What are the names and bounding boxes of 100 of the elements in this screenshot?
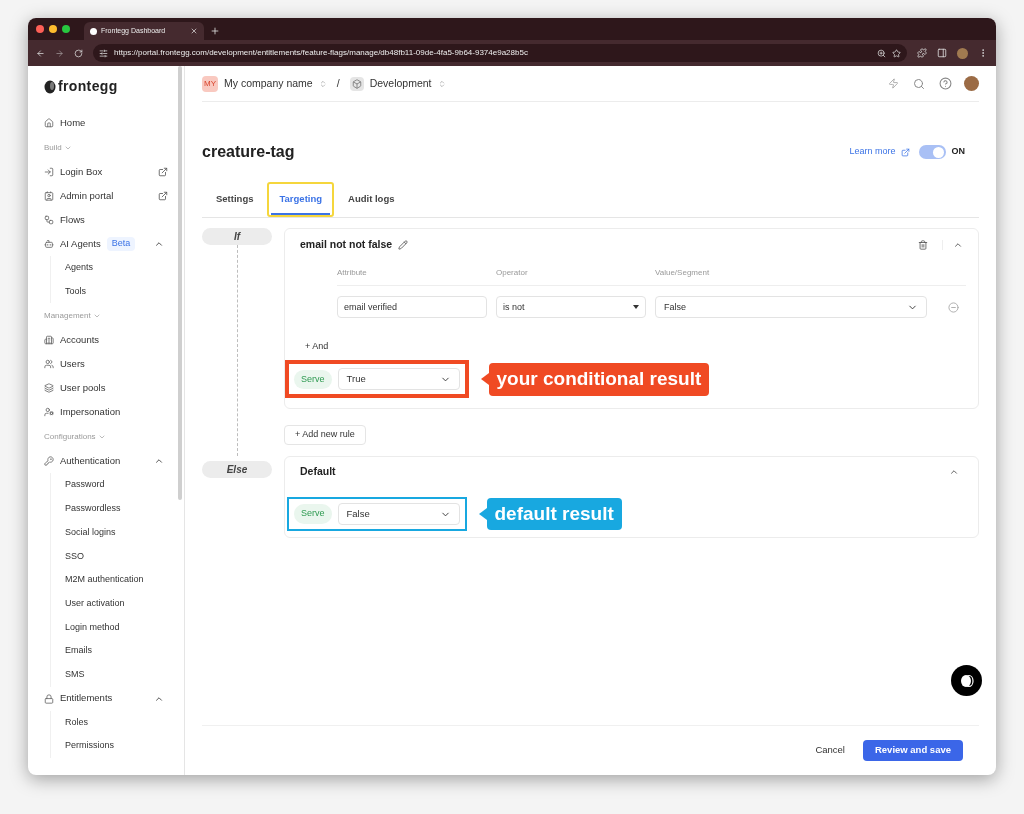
- add-and-link[interactable]: + And: [305, 341, 329, 352]
- profile-avatar[interactable]: [957, 47, 968, 59]
- forward-icon[interactable]: [55, 48, 64, 58]
- sidebar-item[interactable]: Impersonation: [44, 400, 176, 425]
- company-badge: MY: [202, 75, 218, 92]
- sidebar-item[interactable]: Home: [44, 111, 176, 135]
- breadcrumb-separator: /: [336, 75, 340, 91]
- sidebar-item[interactable]: Users: [44, 352, 176, 377]
- tab[interactable]: Targeting: [271, 186, 331, 216]
- sidebar-subitem[interactable]: SMS: [65, 662, 176, 687]
- cancel-button[interactable]: Cancel: [815, 743, 845, 758]
- sidebar-item[interactable]: Accounts: [44, 328, 176, 353]
- rule-name: email not not false: [300, 237, 393, 253]
- id-card-icon: [44, 191, 54, 201]
- else-pill: Else: [202, 461, 272, 478]
- add-rule-button[interactable]: + Add new rule: [284, 425, 366, 445]
- serve-badge: Serve: [294, 504, 332, 524]
- section-label: Build: [44, 141, 62, 154]
- caret-down-icon: [633, 305, 639, 310]
- chat-bubble-icon[interactable]: [951, 665, 982, 696]
- search-icon[interactable]: [913, 77, 925, 90]
- chevron-up-icon[interactable]: [949, 467, 959, 477]
- sidebar-subitem[interactable]: Social logins: [65, 520, 176, 545]
- updown-icon: [318, 79, 327, 88]
- key-icon: [44, 456, 54, 467]
- sidebar-item[interactable]: Flows: [44, 208, 176, 232]
- back-icon[interactable]: [36, 48, 45, 58]
- maximize-window-icon[interactable]: [62, 25, 70, 33]
- sidebar-item[interactable]: Login Box: [44, 160, 176, 184]
- section-label: Management: [44, 309, 91, 322]
- user-avatar[interactable]: [964, 76, 979, 91]
- updown-icon: [437, 79, 446, 88]
- sidebar-subitem[interactable]: SSO: [65, 544, 176, 569]
- zoom-icon: [877, 48, 886, 58]
- trash-icon[interactable]: [918, 240, 928, 251]
- logo-text: frontegg: [58, 77, 118, 96]
- sidebar-group[interactable]: AI Agents Beta: [44, 232, 176, 256]
- sidebar-item[interactable]: User pools: [44, 376, 176, 401]
- new-tab-icon[interactable]: [210, 26, 220, 36]
- home-icon: [44, 118, 54, 128]
- column-header: Attribute: [337, 267, 368, 280]
- close-icon: [190, 27, 198, 35]
- callout-pointer-icon: [480, 373, 489, 386]
- toggle-label: ON: [951, 145, 965, 159]
- sidebar-subitem[interactable]: Agents: [65, 256, 176, 280]
- serve-select[interactable]: False: [337, 503, 460, 525]
- close-window-icon[interactable]: [36, 25, 44, 33]
- sidebar-group[interactable]: Authentication: [44, 449, 176, 474]
- serve-select[interactable]: True: [337, 368, 460, 391]
- environment-name[interactable]: Development: [369, 75, 432, 92]
- sidebar-subitem[interactable]: Roles: [65, 710, 176, 735]
- sidebar-subitem[interactable]: User activation: [65, 591, 176, 616]
- building-icon: [44, 335, 54, 346]
- help-icon[interactable]: [939, 77, 952, 90]
- minimize-window-icon[interactable]: [49, 25, 57, 33]
- extensions-icon[interactable]: [917, 48, 927, 58]
- review-and-save-button[interactable]: Review and save: [862, 740, 963, 761]
- pencil-icon[interactable]: [398, 240, 409, 251]
- sidebar-subitem[interactable]: Passwordless: [65, 497, 176, 521]
- external-link-icon: [158, 167, 168, 177]
- section-label: Configurations: [44, 430, 96, 443]
- tab[interactable]: Audit logs: [340, 186, 403, 216]
- annotation-callout: default result: [486, 497, 622, 531]
- attribute-field[interactable]: email verified: [337, 296, 487, 319]
- scrollbar[interactable]: [178, 66, 182, 500]
- reload-icon[interactable]: [74, 48, 83, 58]
- toggle-switch[interactable]: [918, 145, 946, 159]
- side-panel-icon[interactable]: [937, 48, 947, 58]
- logo-icon: [44, 79, 56, 94]
- learn-more-link[interactable]: Learn more: [849, 145, 896, 159]
- favicon-icon: [90, 27, 97, 35]
- user-gear-icon: [44, 407, 54, 418]
- group-label: AI Agents: [60, 236, 101, 251]
- sidebar-subitem[interactable]: Tools: [65, 279, 176, 304]
- sidebar-subitem[interactable]: Permissions: [65, 734, 176, 758]
- sidebar-group[interactable]: Entitlements: [44, 686, 176, 711]
- cube-icon: [349, 76, 364, 91]
- lock-icon: [44, 693, 54, 704]
- operator-select[interactable]: is not: [496, 296, 646, 319]
- company-name[interactable]: My company name: [224, 75, 313, 92]
- sidebar-subitem[interactable]: Password: [65, 473, 176, 498]
- site-settings-icon: [99, 48, 108, 58]
- address-bar[interactable]: https://portal.frontegg.com/development/entitlements/feature-flags/manage/db48fb11-09de-4fa5-9b64-9374e9a28b5c: [93, 44, 907, 62]
- if-pill: If: [202, 228, 272, 246]
- tab[interactable]: Settings: [208, 186, 262, 216]
- column-header: Operator: [496, 267, 529, 280]
- star-icon: [892, 48, 901, 58]
- default-title: Default: [300, 464, 337, 480]
- sidebar-subitem[interactable]: M2M authentication: [65, 568, 176, 592]
- sidebar-subitem[interactable]: Emails: [65, 639, 176, 663]
- sidebar-subitem[interactable]: Login method: [65, 615, 176, 640]
- sidebar-item[interactable]: Admin portal: [44, 184, 176, 208]
- external-link-icon: [900, 147, 910, 157]
- value-select[interactable]: False: [655, 296, 927, 319]
- external-link-icon: [158, 191, 168, 201]
- column-header: Value/Segment: [655, 267, 711, 280]
- serve-badge: Serve: [294, 369, 332, 389]
- group-label: Authentication: [60, 454, 121, 469]
- beta-badge: Beta: [106, 237, 136, 251]
- url-text: https://portal.frontegg.com/development/entitlements/feature-flags/manage/db48fb11-09de-4fa5-9b64-9374e9a28b5c: [114, 47, 529, 59]
